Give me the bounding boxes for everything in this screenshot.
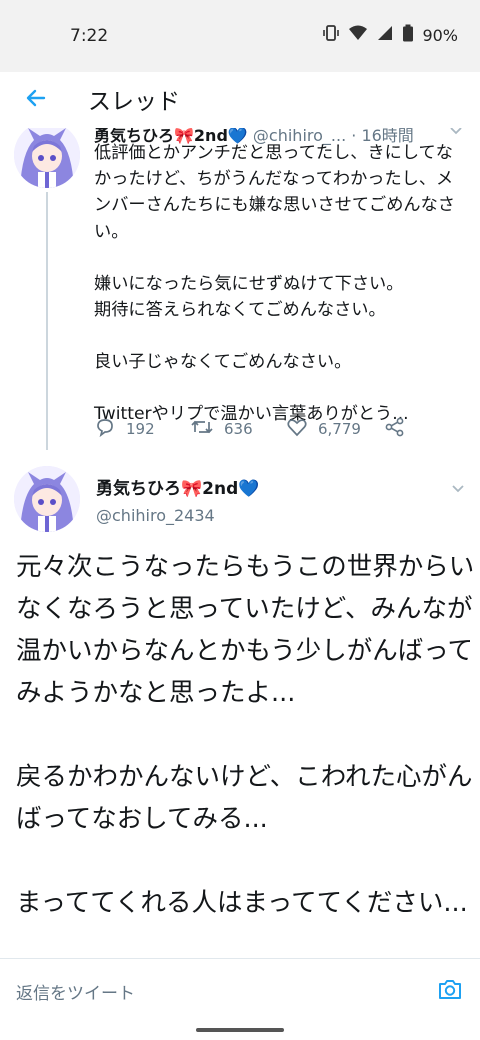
status-icons: 90% [322,24,458,46]
like-button[interactable]: 6,779 [286,416,361,442]
tweet-paragraph: 嫌いになったら気にせずぬけて下さい。 期待に答えられなくてごめんなさい。 [94,273,404,321]
status-time: 7:22 [70,26,109,46]
home-gesture-bar[interactable] [196,1028,284,1032]
app-header: スレッド [0,72,480,128]
tweet-text[interactable]: 元々次こうなったらもうこの世界からいなくなろうと思っていたけど、みんなが温かいか… [16,546,476,924]
display-name[interactable]: 勇気ちひろ🎀2nd💙 [96,474,259,499]
thread-line [46,192,48,450]
wifi-icon [348,24,368,46]
share-icon [384,416,406,442]
battery-percent: 90% [422,25,458,45]
back-button[interactable] [16,80,56,120]
tweet-text[interactable]: 低評価とかアンチだと思ってたし、きにしてなかったけど、ちがうんだなってわかったし… [94,140,462,428]
reply-input[interactable]: 返信をツイート [16,979,135,1004]
tweet-paragraph: 元々次こうなったらもうこの世界からいなくなろうと思っていたけど、みんなが温かいか… [16,552,475,708]
like-count: 6,779 [318,420,361,438]
chevron-down-icon[interactable] [450,480,466,500]
reply-bar: 返信をツイート [0,958,480,1022]
reply-count: 192 [126,420,155,438]
share-button[interactable] [384,416,406,442]
page-title: スレッド [88,89,180,115]
avatar[interactable] [14,128,80,188]
reply-button[interactable]: 192 [94,416,155,442]
handle[interactable]: @chihiro_2434 [96,506,215,525]
display-name-text: 勇気ちひろ🎀2nd💙 [96,479,260,499]
avatar[interactable] [14,466,80,532]
retweet-icon [190,416,214,442]
tweet-paragraph: 戻るかわかんないけど、こわれた心がんばってなおしてみる... [16,762,473,834]
tweet-paragraph: 良い子じゃなくてごめんなさい。 [94,352,352,373]
battery-icon [402,24,414,46]
camera-icon [437,977,463,1005]
retweet-button[interactable]: 636 [190,416,253,442]
retweet-count: 636 [224,420,253,438]
vibrate-icon [322,24,340,46]
tweet-paragraph: まっててくれる人はまっててください... [16,888,468,918]
camera-button[interactable] [434,975,466,1007]
heart-icon [286,416,308,442]
signal-icon [376,24,394,46]
system-nav [0,1022,480,1040]
tweet-paragraph: 低評価とかアンチだと思ってたし、きにしてなかったけど、ちがうんだなってわかったし… [94,143,455,242]
tweet-actions: 192 636 6,779 [94,416,424,446]
status-bar: 7:22 90% [0,0,480,72]
reply-icon [94,416,116,442]
thread-content[interactable]: 勇気ちひろ🎀2nd💙 @chihiro_... · 16時間 低評価とかアンチだ… [0,128,480,958]
arrow-left-icon [24,86,48,114]
